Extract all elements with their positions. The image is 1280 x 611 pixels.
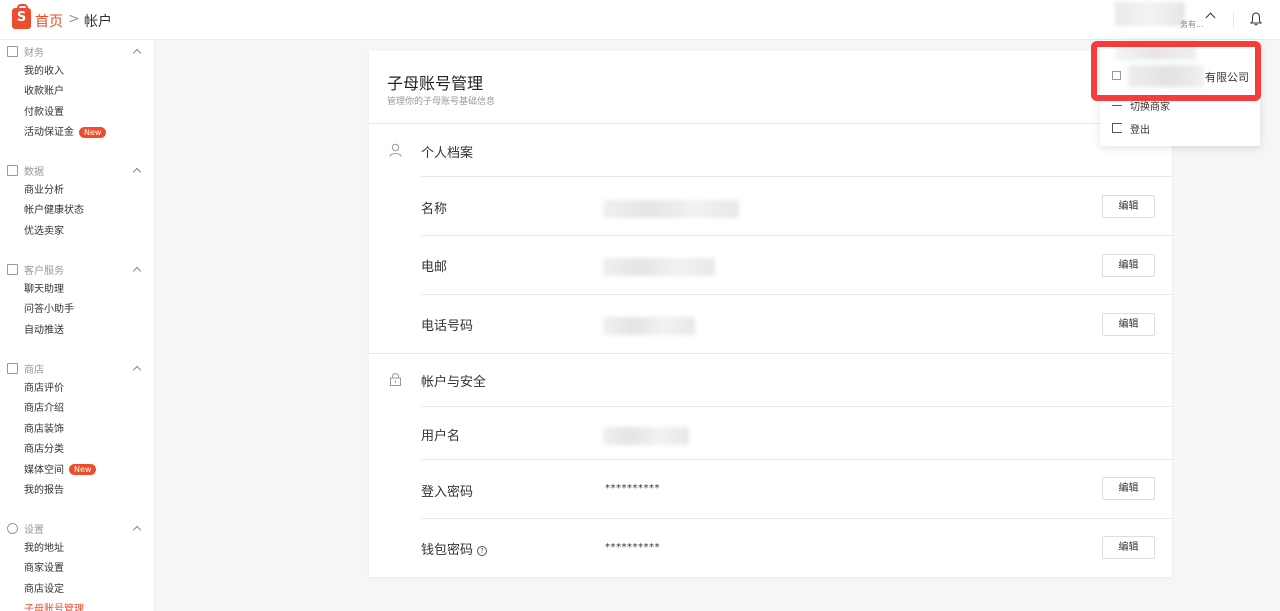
sidebar-item-media-space[interactable]: 媒体空间 New: [0, 461, 154, 481]
section-title-profile: 个人档案: [421, 146, 474, 161]
new-badge: New: [79, 126, 107, 138]
sidebar: 财务 我的收入 收款账户 付款设置 活动保证金 New 数据 商业分析 帐户健康状…: [0, 40, 155, 611]
sidebar-group-title: 数据: [24, 167, 44, 178]
sidebar-item-auto-push[interactable]: 自动推送: [0, 321, 154, 341]
sidebar-item-chat-assistant[interactable]: 聊天助理: [0, 280, 154, 300]
sidebar-item-sub-account[interactable]: 子母账号管理: [0, 600, 154, 611]
divider: [421, 176, 1172, 177]
user-icon: [389, 143, 402, 157]
sidebar-item-my-address[interactable]: 我的地址: [0, 539, 154, 559]
divider: [421, 235, 1172, 236]
breadcrumb-home[interactable]: 首页: [35, 11, 63, 31]
chevron-up-icon[interactable]: [132, 167, 142, 177]
sidebar-item-label: 活动保证金: [24, 127, 74, 139]
edit-phone-button[interactable]: 编辑: [1102, 313, 1155, 336]
sidebar-item-payout-account[interactable]: 收款账户: [0, 82, 154, 102]
sidebar-item-shop-rating[interactable]: 商店评价: [0, 379, 154, 399]
row-label-wallet-password: 钱包密码?: [421, 539, 488, 558]
row-label-name: 名称: [421, 202, 448, 217]
row-label-username: 用户名: [421, 429, 461, 444]
sidebar-group-header[interactable]: 客户服务: [0, 260, 154, 280]
chevron-up-icon[interactable]: [132, 48, 142, 58]
chevron-up-icon[interactable]: [132, 365, 142, 375]
page-subtitle: 管理你的子母账号基础信息: [387, 97, 496, 107]
sidebar-group-shop: 商店 商店评价 商店介绍 商店装饰 商店分类 媒体空间 New 我的报告: [0, 359, 154, 501]
logout-icon: [1112, 123, 1122, 133]
chevron-up-icon[interactable]: [132, 266, 142, 276]
header-divider: [1233, 12, 1234, 28]
sidebar-group-title: 财务: [24, 48, 44, 59]
row-label-text: 钱包密码: [421, 543, 474, 558]
sidebar-item-faq-assistant[interactable]: 问答小助手: [0, 300, 154, 320]
sidebar-item-analytics[interactable]: 商业分析: [0, 181, 154, 201]
chevron-up-icon[interactable]: [132, 525, 142, 535]
lock-icon: [390, 373, 401, 386]
chevron-up-icon[interactable]: [1205, 12, 1216, 23]
username-value-redacted: [603, 427, 689, 445]
page-title: 子母账号管理: [387, 74, 484, 93]
wallet-icon: [7, 46, 18, 57]
sidebar-group-settings: 设置 我的地址 商家设置 商店设定 子母账号管理: [0, 519, 154, 611]
top-bar: S 首页 > 帐户 务有...: [0, 0, 1280, 40]
divider: [369, 123, 1172, 124]
sidebar-group-title: 设置: [24, 525, 44, 536]
sidebar-item-shop-category[interactable]: 商店分类: [0, 440, 154, 460]
section-title-security: 帐户与安全: [421, 375, 487, 390]
sidebar-group-title: 商店: [24, 365, 44, 376]
edit-login-password-button[interactable]: 编辑: [1102, 477, 1155, 500]
sidebar-item-preferred-seller[interactable]: 优选卖家: [0, 222, 154, 242]
sub-account-card: 子母账号管理 管理你的子母账号基础信息 个人档案 名称 编辑 电邮 编辑 电话号…: [369, 51, 1172, 577]
help-icon[interactable]: ?: [477, 546, 488, 556]
edit-email-button[interactable]: 编辑: [1102, 254, 1155, 277]
sidebar-group-header[interactable]: 数据: [0, 161, 154, 181]
store-icon: [7, 363, 18, 374]
bell-icon[interactable]: [1250, 12, 1262, 26]
logout-item[interactable]: 登出: [1130, 121, 1150, 136]
wallet-password-mask: **********: [605, 542, 660, 553]
edit-wallet-password-button[interactable]: 编辑: [1102, 536, 1155, 559]
sidebar-group-header[interactable]: 设置: [0, 519, 154, 539]
divider: [421, 406, 1172, 407]
gear-icon: [7, 523, 18, 534]
breadcrumb-current: 帐户: [84, 14, 112, 30]
account-shop-name[interactable]: 务有...: [1180, 19, 1204, 30]
chart-icon: [7, 165, 18, 176]
shopee-logo-icon[interactable]: S: [12, 4, 31, 29]
chat-icon: [7, 264, 18, 275]
sidebar-item-label: 媒体空间: [24, 464, 64, 476]
sidebar-item-income[interactable]: 我的收入: [0, 62, 154, 82]
sidebar-item-payment-settings[interactable]: 付款设置: [0, 103, 154, 123]
sidebar-group-data: 数据 商业分析 帐户健康状态 优选卖家: [0, 161, 154, 242]
login-password-mask: **********: [605, 483, 660, 494]
divider: [421, 459, 1172, 460]
annotation-highlight-box: [1091, 41, 1261, 101]
sidebar-item-seller-settings[interactable]: 商家设置: [0, 559, 154, 579]
account-avatar-blurred[interactable]: [1115, 2, 1185, 26]
breadcrumb-separator: >: [68, 11, 80, 27]
sidebar-item-shop-settings[interactable]: 商店设定: [0, 580, 154, 600]
sidebar-group-header[interactable]: 财务: [0, 42, 154, 62]
sidebar-item-shop-profile[interactable]: 商店介绍: [0, 399, 154, 419]
name-value-redacted: [603, 200, 739, 218]
email-value-redacted: [603, 258, 715, 276]
sidebar-group-finance: 财务 我的收入 收款账户 付款设置 活动保证金 New: [0, 42, 154, 144]
sidebar-group-customer-service: 客户服务 聊天助理 问答小助手 自动推送: [0, 260, 154, 341]
sidebar-item-my-report[interactable]: 我的报告: [0, 481, 154, 501]
sidebar-item-shop-decoration[interactable]: 商店装饰: [0, 420, 154, 440]
row-label-phone: 电话号码: [421, 319, 474, 334]
sidebar-group-title: 客户服务: [24, 266, 64, 277]
row-label-email: 电邮: [421, 260, 448, 275]
sidebar-item-deposit[interactable]: 活动保证金 New: [0, 123, 154, 143]
edit-name-button[interactable]: 编辑: [1102, 195, 1155, 218]
divider: [421, 294, 1172, 295]
row-label-login-password: 登入密码: [421, 485, 474, 500]
divider: [369, 353, 1172, 354]
new-badge: New: [69, 464, 97, 476]
sidebar-item-account-health[interactable]: 帐户健康状态: [0, 201, 154, 221]
phone-value-redacted: [603, 317, 695, 335]
sidebar-group-header[interactable]: 商店: [0, 359, 154, 379]
divider: [421, 518, 1172, 519]
